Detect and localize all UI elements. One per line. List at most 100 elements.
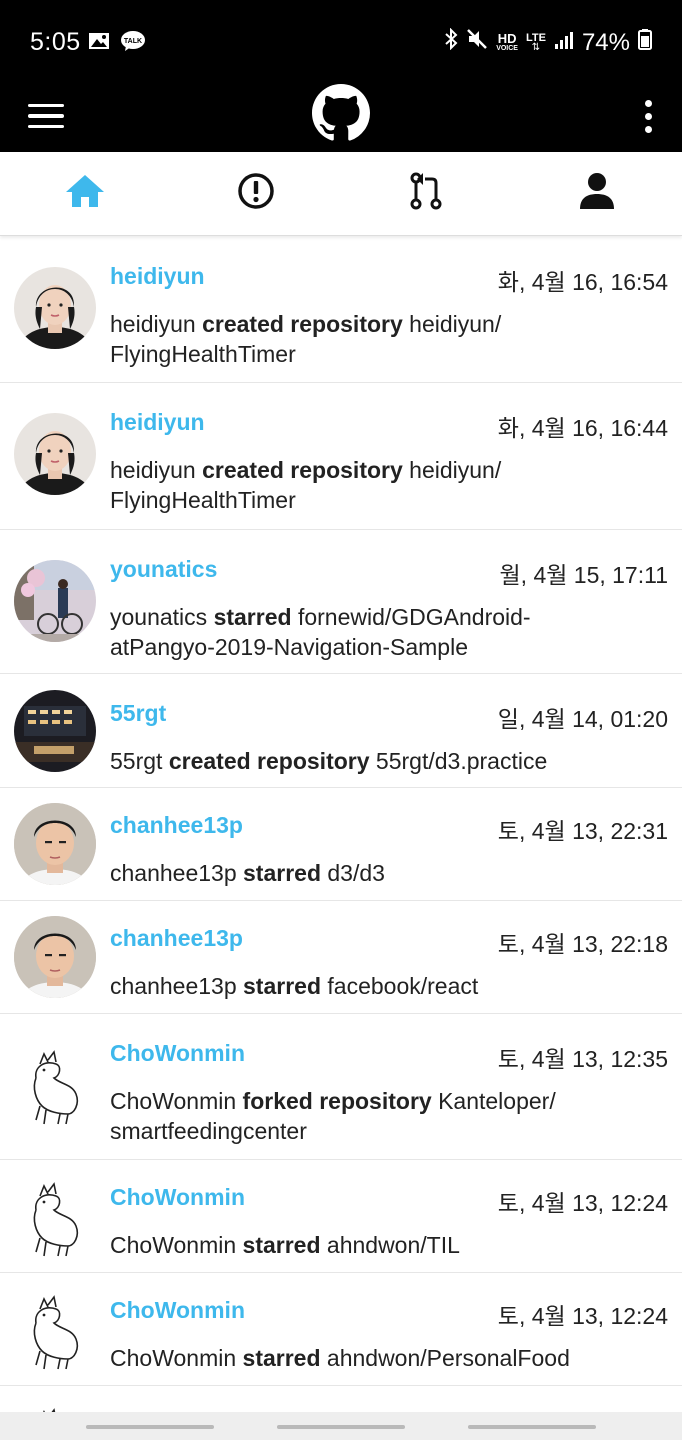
- avatar[interactable]: [14, 267, 96, 349]
- feed-username[interactable]: ChoWonmin: [110, 1297, 245, 1324]
- avatar[interactable]: [14, 690, 96, 772]
- github-logo-icon: [312, 84, 370, 142]
- feed-item[interactable]: ChoWonmin 토, 4월 13, 12:24 ChoWonmin star…: [0, 1160, 682, 1273]
- feed-item[interactable]: ChoWonmin 토, 4월 13, 12:35 ChoWonmin fork…: [0, 1014, 682, 1160]
- feed-item[interactable]: chanhee13p 토, 4월 13, 22:31 chanhee13p st…: [0, 788, 682, 901]
- status-bar: 5:05 TALK HD VOICE LTE ⇅ 74%: [0, 0, 682, 80]
- feed-username[interactable]: younatics: [110, 556, 217, 583]
- tab-home[interactable]: [0, 152, 171, 235]
- avatar[interactable]: [14, 916, 96, 998]
- more-dot: [644, 125, 652, 133]
- signal-icon: [554, 29, 574, 57]
- feed-username[interactable]: ChoWonmin: [110, 1184, 245, 1211]
- desc-repo[interactable]: Kanteloper/: [438, 1088, 556, 1114]
- issue-icon: [237, 172, 275, 215]
- avatar[interactable]: [14, 413, 96, 495]
- feed-username[interactable]: 55rgt: [110, 700, 166, 727]
- desc-repo-cont[interactable]: atPangyo-2019-Navigation-Sample: [110, 634, 468, 660]
- feed-item[interactable]: heidiyun 화, 4월 16, 16:54 heidiyun create…: [0, 237, 682, 383]
- desc-user: younatics: [110, 604, 208, 630]
- feed-date: 화, 4월 16, 16:54: [497, 269, 668, 295]
- feed-date: 일, 4월 14, 01:20: [497, 706, 668, 732]
- feed-description: ChoWonmin starred ahndwon/PersonalFood: [110, 1343, 610, 1373]
- desc-action: starred: [242, 1345, 321, 1371]
- feed-username[interactable]: chanhee13p: [110, 925, 243, 952]
- feed-description: chanhee13p starred d3/d3: [110, 858, 610, 888]
- feed-description: heidiyun created repository heidiyun/Fly…: [110, 309, 610, 369]
- status-time: 5:05: [30, 28, 81, 56]
- tab-pull-requests[interactable]: [341, 152, 512, 235]
- avatar[interactable]: [14, 1044, 96, 1126]
- desc-repo-cont[interactable]: smartfeedingcenter: [110, 1118, 307, 1144]
- desc-user: ChoWonmin: [110, 1232, 237, 1258]
- desc-repo-cont[interactable]: FlyingHealthTimer: [110, 341, 296, 367]
- desc-user: chanhee13p: [110, 973, 237, 999]
- feed-date: 토, 4월 13, 12:24: [497, 1303, 668, 1329]
- battery-percent: 74%: [581, 28, 630, 56]
- feed-description: ChoWonmin starred ahndwon/TIL: [110, 1230, 610, 1260]
- gallery-icon: [88, 31, 110, 56]
- feed-description: younatics starred fornewid/GDGAndroid-at…: [110, 602, 610, 662]
- avatar[interactable]: [14, 803, 96, 885]
- nav-handle[interactable]: [277, 1425, 405, 1429]
- feed-description: chanhee13p starred facebook/react: [110, 971, 610, 1001]
- feed-username[interactable]: heidiyun: [110, 263, 205, 290]
- lte-indicator: LTE ⇅: [525, 31, 546, 53]
- bluetooth-icon: [444, 27, 458, 57]
- desc-repo[interactable]: heidiyun/: [409, 457, 501, 483]
- more-dot: [644, 99, 652, 107]
- feed-username[interactable]: heidiyun: [110, 409, 205, 436]
- more-dot: [644, 112, 652, 120]
- desc-repo-cont[interactable]: FlyingHealthTimer: [110, 487, 296, 513]
- feed-item[interactable]: ChoWonmin 토, 4월 13, 12:24 ChoWonmin star…: [0, 1273, 682, 1386]
- feed-item[interactable]: chanhee13p 토, 4월 13, 22:18 chanhee13p st…: [0, 901, 682, 1014]
- avatar[interactable]: [14, 1289, 96, 1371]
- menu-icon-line: [28, 124, 64, 129]
- desc-action: starred: [242, 1232, 321, 1258]
- tab-profile[interactable]: [512, 152, 682, 235]
- desc-repo[interactable]: heidiyun/: [409, 311, 501, 337]
- desc-action: created repository: [202, 457, 403, 483]
- feed-username[interactable]: ChoWonmin: [110, 1040, 245, 1067]
- desc-repo[interactable]: fornewid/GDGAndroid-: [298, 604, 531, 630]
- desc-repo[interactable]: 55rgt/d3.practice: [376, 748, 547, 774]
- feed-date: 토, 4월 13, 22:31: [497, 818, 668, 844]
- feed-username[interactable]: chanhee13p: [110, 812, 243, 839]
- desc-action: created repository: [168, 748, 370, 774]
- desc-user: chanhee13p: [110, 860, 237, 886]
- menu-button[interactable]: [28, 98, 64, 134]
- desc-repo[interactable]: ahndwon/TIL: [327, 1232, 460, 1258]
- feed-item[interactable]: younatics 월, 4월 15, 17:11 younatics star…: [0, 530, 682, 674]
- person-icon: [579, 172, 615, 215]
- desc-user: heidiyun: [110, 311, 196, 337]
- kakaotalk-icon: TALK: [120, 30, 146, 57]
- desc-repo[interactable]: facebook/react: [327, 973, 478, 999]
- desc-repo[interactable]: d3/d3: [327, 860, 385, 886]
- battery-icon: [638, 28, 652, 57]
- avatar[interactable]: [14, 560, 96, 642]
- desc-action: forked repository: [242, 1088, 432, 1114]
- desc-user: heidiyun: [110, 457, 196, 483]
- feed-item[interactable]: heidiyun 화, 4월 16, 16:44 heidiyun create…: [0, 383, 682, 530]
- desc-action: starred: [243, 973, 321, 999]
- nav-handle[interactable]: [468, 1425, 596, 1429]
- feed-date: 화, 4월 16, 16:44: [497, 415, 668, 441]
- tab-bar: [0, 152, 682, 236]
- feed-item[interactable]: 55rgt 일, 4월 14, 01:20 55rgt created repo…: [0, 674, 682, 788]
- tab-issues[interactable]: [171, 152, 342, 235]
- feed-date: 토, 4월 13, 12:35: [497, 1046, 668, 1072]
- desc-action: created repository: [202, 311, 403, 337]
- hd-voice-indicator: HD VOICE: [496, 31, 518, 52]
- feed-date: 월, 4월 15, 17:11: [499, 562, 669, 588]
- desc-user: 55rgt: [110, 748, 163, 774]
- avatar[interactable]: [14, 1176, 96, 1258]
- desc-repo[interactable]: ahndwon/PersonalFood: [327, 1345, 570, 1371]
- desc-user: ChoWonmin: [110, 1088, 237, 1114]
- nav-handle[interactable]: [86, 1425, 214, 1429]
- feed-description: 55rgt created repository 55rgt/d3.practi…: [110, 746, 610, 776]
- more-options-button[interactable]: [638, 96, 658, 136]
- app-bar: [0, 80, 682, 152]
- feed-date: 토, 4월 13, 22:18: [497, 931, 668, 957]
- menu-icon-line: [28, 103, 64, 108]
- notification-icons: TALK: [88, 30, 146, 57]
